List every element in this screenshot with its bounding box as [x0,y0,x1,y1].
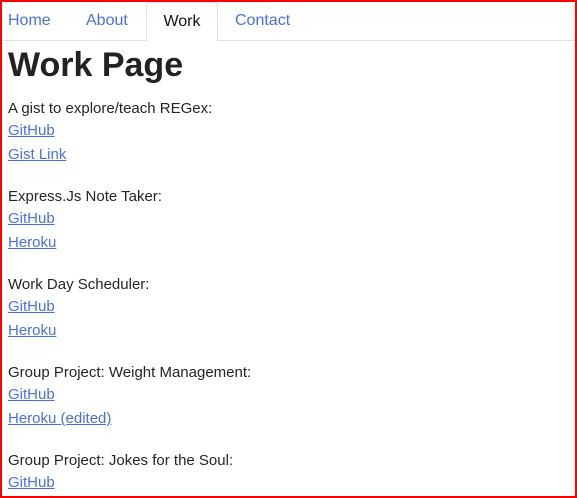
tab-about[interactable]: About [86,2,128,41]
browser-viewport: Home About Work Contact Work Page A gist… [0,0,577,498]
project-work-day-scheduler: Work Day Scheduler: GitHub Heroku [8,275,575,343]
project-list: A gist to explore/teach REGex: GitHub Gi… [8,99,575,495]
github-link[interactable]: GitHub [8,471,575,495]
project-note-taker: Express.Js Note Taker: GitHub Heroku [8,187,575,255]
github-link[interactable]: GitHub [8,207,575,231]
project-description: Work Day Scheduler: [8,276,150,293]
heroku-link[interactable]: Heroku [8,319,575,343]
project-description: Group Project: Jokes for the Soul: [8,452,234,469]
project-description: Express.Js Note Taker: [8,188,162,205]
project-weight-management: Group Project: Weight Management: GitHub… [8,363,575,431]
github-link[interactable]: GitHub [8,383,575,407]
project-jokes-for-the-soul: Group Project: Jokes for the Soul: GitHu… [8,451,575,495]
tab-home[interactable]: Home [8,2,51,41]
gist-link[interactable]: Gist Link [8,143,575,167]
project-description: Group Project: Weight Management: [8,364,252,381]
tab-contact[interactable]: Contact [235,2,290,41]
project-description: A gist to explore/teach REGex: [8,100,213,117]
project-regex: A gist to explore/teach REGex: GitHub Gi… [8,99,575,167]
nav-tabs: Home About Work Contact [2,2,575,42]
heroku-link[interactable]: Heroku (edited) [8,407,575,431]
page-title: Work Page [8,46,184,84]
github-link[interactable]: GitHub [8,295,575,319]
heroku-link[interactable]: Heroku [8,231,575,255]
github-link[interactable]: GitHub [8,119,575,143]
tab-work[interactable]: Work [146,2,218,42]
main-content: Work Page A gist to explore/teach REGex:… [2,45,575,495]
